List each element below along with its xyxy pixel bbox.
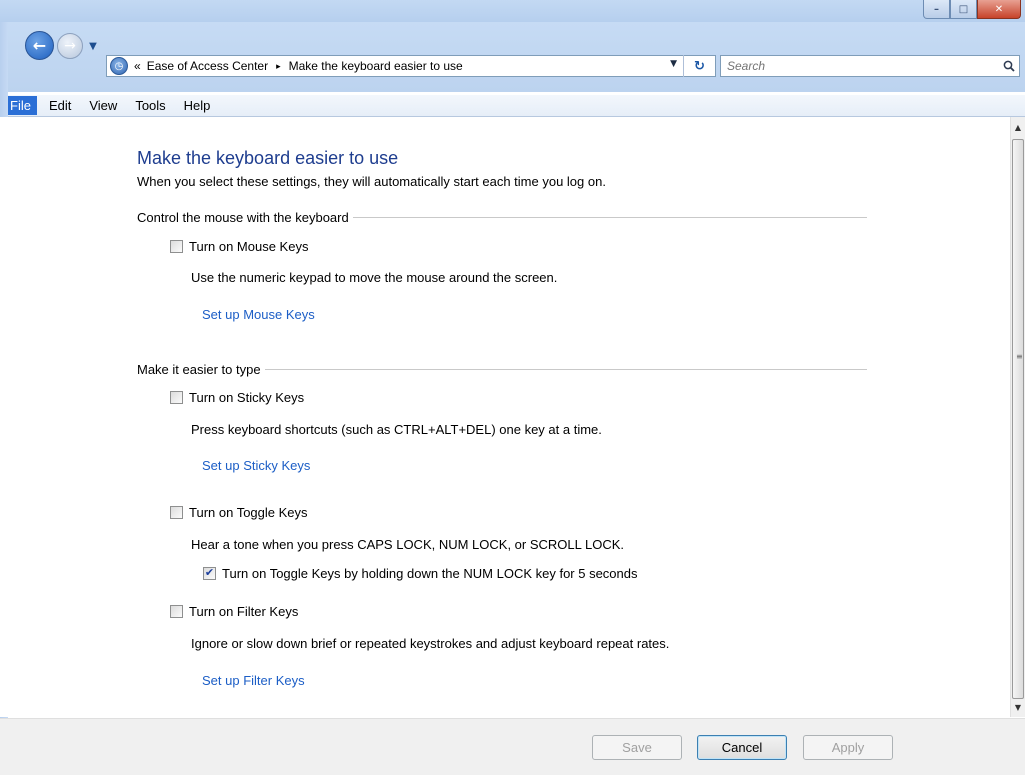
breadcrumb-ease-of-access-center[interactable]: Ease of Access Center	[147, 59, 268, 73]
page-title: Make the keyboard easier to use	[137, 148, 399, 168]
search-input[interactable]	[721, 57, 999, 75]
menu-view[interactable]: View	[83, 96, 123, 115]
refresh-icon: ↻	[694, 58, 705, 74]
scroll-grip-icon: ≡	[1016, 352, 1023, 361]
toggle-keys-option[interactable]: Turn on Toggle Keys	[170, 505, 308, 520]
close-button[interactable]: ✕	[977, 0, 1021, 19]
address-dropdown-icon[interactable]: ▼	[670, 59, 677, 69]
menu-tools[interactable]: Tools	[129, 96, 171, 115]
mouse-keys-label: Turn on Mouse Keys	[189, 239, 309, 254]
forward-button[interactable]: →	[57, 33, 83, 59]
recent-pages-button[interactable]: ▼	[86, 40, 100, 54]
content-pane	[0, 117, 1010, 717]
breadcrumb-overflow-button[interactable]: «	[134, 59, 141, 73]
breadcrumb: « Ease of Access Center ▸ Make the keybo…	[134, 59, 463, 73]
mouse-keys-checkbox[interactable]	[170, 240, 183, 253]
sticky-keys-description: Press keyboard shortcuts (such as CTRL+A…	[191, 422, 602, 437]
control-panel-icon: ◷	[110, 57, 128, 75]
back-arrow-icon: ←	[32, 36, 47, 55]
address-bar[interactable]: ◷ « Ease of Access Center ▸ Make the key…	[106, 55, 716, 77]
scroll-down-button[interactable]: ▼	[1011, 699, 1025, 715]
toggle-keys-label: Turn on Toggle Keys	[189, 505, 308, 520]
menu-bar: File Edit View Tools Help	[0, 95, 1025, 117]
filter-keys-label: Turn on Filter Keys	[189, 604, 299, 619]
divider	[264, 369, 867, 370]
search-icon[interactable]	[999, 56, 1019, 76]
scroll-up-button[interactable]: ▲	[1011, 119, 1025, 135]
cancel-button[interactable]: Cancel	[697, 735, 787, 760]
set-up-filter-keys-link[interactable]: Set up Filter Keys	[202, 673, 305, 688]
sticky-keys-label: Turn on Sticky Keys	[189, 390, 305, 405]
set-up-sticky-keys-link[interactable]: Set up Sticky Keys	[202, 458, 310, 473]
filter-keys-description: Ignore or slow down brief or repeated ke…	[191, 636, 670, 651]
minimize-button[interactable]: –	[923, 0, 950, 19]
title-bar: – □ ✕	[0, 0, 1025, 22]
breadcrumb-separator-icon[interactable]: ▸	[276, 61, 281, 72]
group-heading-mouse-label: Control the mouse with the keyboard	[137, 210, 349, 225]
window-controls: – □ ✕	[923, 0, 1021, 19]
filter-keys-option[interactable]: Turn on Filter Keys	[170, 604, 298, 619]
filter-keys-checkbox[interactable]	[170, 605, 183, 618]
sticky-keys-option[interactable]: Turn on Sticky Keys	[170, 390, 304, 405]
breadcrumb-make-keyboard-easier[interactable]: Make the keyboard easier to use	[289, 59, 463, 73]
group-heading-typing-label: Make it easier to type	[137, 362, 261, 377]
page-subtitle: When you select these settings, they wil…	[137, 174, 606, 189]
menu-help[interactable]: Help	[178, 96, 217, 115]
toggle-keys-checkbox[interactable]	[170, 506, 183, 519]
menu-edit[interactable]: Edit	[43, 96, 77, 115]
vertical-scrollbar[interactable]: ▲ ≡ ▼	[1010, 117, 1025, 717]
group-heading-mouse: Control the mouse with the keyboard	[137, 210, 867, 225]
toggle-keys-numlock-checkbox[interactable]: ✔	[203, 567, 216, 580]
toggle-keys-numlock-label: Turn on Toggle Keys by holding down the …	[222, 566, 638, 581]
save-button[interactable]: Save	[592, 735, 682, 760]
chevron-down-icon: ▼	[89, 41, 97, 52]
refresh-button[interactable]: ↻	[683, 55, 715, 77]
maximize-button[interactable]: □	[950, 0, 977, 19]
back-button[interactable]: ←	[25, 31, 54, 60]
toggle-keys-numlock-option[interactable]: ✔ Turn on Toggle Keys by holding down th…	[203, 566, 638, 581]
menu-file[interactable]: File	[4, 96, 37, 115]
scroll-thumb[interactable]: ≡	[1012, 139, 1024, 699]
button-bar: Save Cancel Apply	[0, 718, 1025, 775]
search-box	[720, 55, 1020, 77]
mouse-keys-option[interactable]: Turn on Mouse Keys	[170, 239, 308, 254]
checkmark-icon: ✔	[204, 567, 215, 579]
group-heading-typing: Make it easier to type	[137, 362, 867, 377]
forward-arrow-icon: →	[64, 38, 76, 54]
sticky-keys-checkbox[interactable]	[170, 391, 183, 404]
mouse-keys-description: Use the numeric keypad to move the mouse…	[191, 270, 558, 285]
divider	[352, 217, 867, 218]
toggle-keys-description: Hear a tone when you press CAPS LOCK, NU…	[191, 537, 625, 552]
set-up-mouse-keys-link[interactable]: Set up Mouse Keys	[202, 307, 315, 322]
apply-button[interactable]: Apply	[803, 735, 893, 760]
